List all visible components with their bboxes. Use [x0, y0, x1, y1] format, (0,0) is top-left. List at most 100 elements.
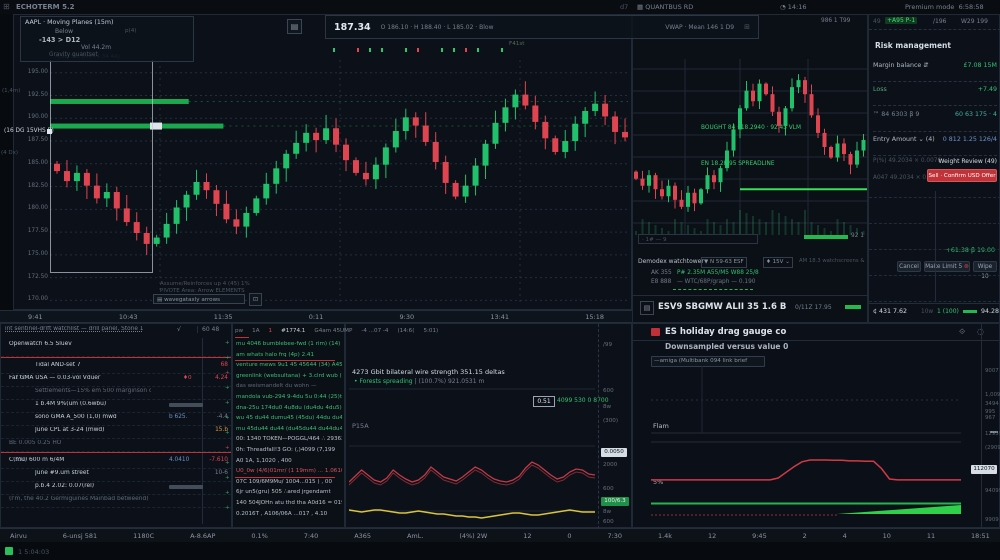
filter-chip[interactable]: ▼ N 59-63 ESF: [701, 257, 747, 268]
annotation-chip[interactable]: ▤ wavegataxly arrows: [153, 294, 245, 304]
price-label: 175.00: [22, 251, 48, 257]
selection-bracket: [50, 60, 153, 273]
price-label: 192.50: [22, 92, 48, 98]
info-label: AK 355: [651, 270, 672, 276]
footer-value: 0/11Z 17.95: [795, 304, 832, 311]
table-row[interactable]: BE 0.005 0.25 HO: [1, 438, 231, 452]
time-label: 11: [927, 532, 935, 540]
axis-note: (1,4m): [2, 88, 20, 94]
expand-icon[interactable]: ⟐: [959, 327, 965, 337]
table-row[interactable]: Settlements—15% em 500 marginson ol brig…: [1, 386, 231, 400]
close-icon: ⊗: [964, 264, 969, 270]
divider: [633, 295, 867, 296]
list-icon[interactable]: ▤: [640, 301, 654, 315]
table-row[interactable]: (I'm, the 40.2 Germiguines Mainbad betwe…: [1, 494, 231, 508]
footer-bar: [845, 305, 861, 309]
last-price: 187.34: [334, 22, 371, 33]
price-label: 182.50: [22, 183, 48, 189]
price-label: 177.50: [22, 228, 48, 234]
fraction-label: /196: [933, 18, 946, 25]
spark-mark: [381, 48, 383, 52]
table-row[interactable]: sono GMA A_500 (1,0) mwdb 625.-4.4: [1, 412, 231, 426]
spread-chart-panel[interactable]: 4273 Gbit bilateral wire strength 351.15…: [345, 323, 632, 528]
price-label: 190.00: [22, 114, 48, 120]
weight-review-link[interactable]: Weight Review (49): [939, 158, 997, 165]
field-value: 0 812 1.25 126/4: [943, 136, 997, 143]
filter-chip[interactable]: ♦ 15V ⌄: [763, 257, 793, 268]
axis-divider: [598, 324, 599, 529]
spark-mark: [333, 48, 335, 52]
toolbar-item[interactable]: (14:6(: [398, 328, 415, 334]
row-bar: [169, 485, 203, 489]
spark-mark: [441, 48, 443, 52]
field-value: 60 63 175 · 4: [955, 111, 997, 118]
grid-divider: [935, 191, 936, 301]
info-value: — WTC/68P/graph — 0.190: [677, 279, 755, 285]
table-row[interactable]: June #9.um street10-6: [1, 468, 231, 482]
table-row[interactable]: p.b.4 2.02: 0.07(rel): [1, 481, 231, 495]
depth-bar: [804, 235, 848, 239]
annotation-icon[interactable]: ⊡: [249, 293, 262, 306]
axis-label: 12959: [985, 431, 1000, 437]
watchlist-header[interactable]: int sentinel-drift watchlist — drill pan…: [5, 326, 171, 332]
layout-icon[interactable]: ▤: [287, 19, 302, 34]
field-value: £7.08 15M: [964, 62, 997, 69]
entry-amount-row[interactable]: Entry Amount ⌄ (4) 0 812 1.25 126/4: [873, 131, 997, 156]
table-row[interactable]: Tidal AND-set 768: [1, 360, 231, 374]
axis-note: (4 Dx): [1, 150, 18, 156]
toolbar-item[interactable]: G4am 45UMP: [314, 328, 352, 334]
make-limit-button[interactable]: Make Limit 5 ⊗: [924, 261, 970, 272]
row-label: Settlements—15% em 500 marginson ol brig…: [35, 388, 151, 394]
toolbar-item[interactable]: 1A: [252, 328, 259, 334]
axis-badge: 100/6.3: [601, 497, 629, 506]
time-label: AmL.: [407, 532, 423, 540]
row-label: (I'm, the 40.2 Germiguines Mainbad betwe…: [9, 496, 151, 502]
tape-row: A0 1A, 1,1020 , 400: [236, 458, 342, 464]
trading-terminal: ⊞ ECHOTERM 5.2 d7 ▦ QUANTBUS RD ◔ 14:16 …: [0, 0, 1000, 560]
toolbar-item[interactable]: pw: [235, 328, 243, 334]
tick-mark: +: [225, 370, 230, 376]
row-label: 1 b.4M 9%(um (0.6wbu): [35, 401, 151, 407]
time-label: 7:40: [304, 532, 319, 540]
expand-icon[interactable]: ⊞: [744, 23, 750, 31]
time-label: 7:30: [607, 532, 622, 540]
red-separator: [235, 477, 335, 478]
table-row[interactable]: 270Far GMA USA — 0.03-vol Vduer♦04.24: [1, 373, 231, 387]
tape-row: 6jr un5(gru) 505 ∴ared jrgendamt: [236, 489, 342, 495]
tick-mark: +: [225, 460, 230, 466]
time-label: A365: [354, 532, 371, 540]
toolbar-item[interactable]: #1774.1: [281, 328, 305, 334]
cancel-button[interactable]: Cancel: [897, 261, 921, 272]
grid-icon[interactable]: ⊞: [3, 2, 10, 11]
wipe-button[interactable]: Wipe 10: [973, 261, 997, 272]
workspace-tab[interactable]: ▦ QUANTBUS RD: [637, 3, 693, 11]
mini-candle-chart: [633, 59, 867, 235]
table-row[interactable]: 530C(mu) 600 m 6/4M4.0410-7.610: [1, 455, 231, 469]
axis-label: 1,009: [985, 392, 1000, 398]
spark-mark: [477, 48, 479, 52]
filter-chip[interactable]: · 1# — 9: [638, 234, 758, 244]
axis-label: /99: [603, 342, 612, 348]
sell-confirm-button[interactable]: Sell · Confirm USD Offer: [927, 169, 997, 182]
volatility-panel[interactable]: ES holiday drag gauge co ⟐ ◌ Downsampled…: [632, 323, 1000, 528]
table-row[interactable]: June CPL at 3-24 (mwd)15.b: [1, 425, 231, 439]
alert-icon: [651, 328, 660, 336]
red-tick: [235, 337, 249, 338]
info-label: E8 888: [651, 279, 671, 285]
spark-mark: [465, 48, 467, 52]
toolbar-item[interactable]: 5:01): [423, 328, 438, 334]
table-row[interactable]: Openwatch 6.5 Sluev: [1, 339, 231, 357]
axis-label: (29092): [985, 445, 1000, 451]
toolbar-item[interactable]: 1: [269, 328, 273, 334]
toolbar-item[interactable]: -4 ...07 -4: [361, 328, 388, 334]
red-separator: [235, 360, 335, 361]
time-label: 11:35: [214, 313, 233, 321]
tape-row: venture mews 9u1 45 45644 (34) A45/4: [236, 362, 342, 368]
axis-label: 9007: [985, 368, 999, 374]
tape-row: mu 45du44 du44 (du45du44 du44du45): [236, 426, 342, 432]
time-label: 9:30: [400, 313, 415, 321]
status-strip: 1 5:04:03: [0, 542, 1000, 560]
orderflow-chart-panel[interactable]: BOUGHT 84 · 18.2940 · 92.43 VLMEN 18.2K-…: [632, 14, 868, 323]
table-row[interactable]: 1 b.4M 9%(um (0.6wbu): [1, 399, 231, 413]
symbol-overlay[interactable]: AAPL · Moving Planes (15m)Belowp(4)-143 …: [20, 16, 194, 62]
